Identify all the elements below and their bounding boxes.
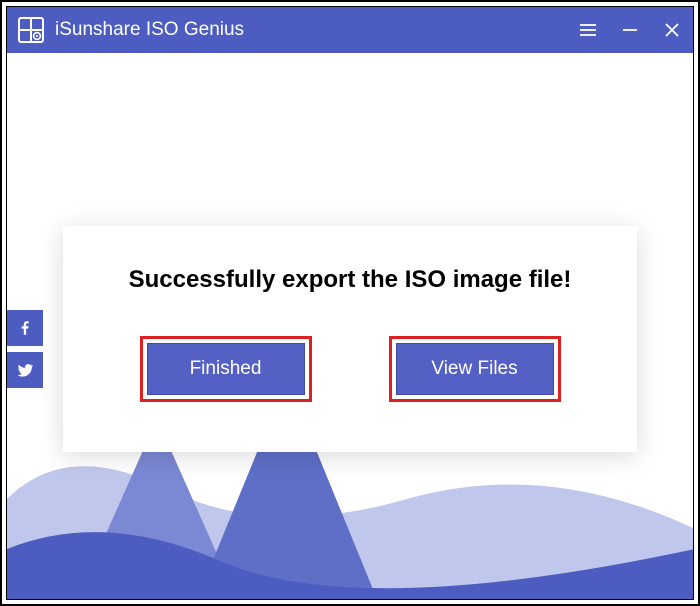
app-logo-icon: [17, 16, 45, 44]
app-title: iSunshare ISO Genius: [55, 19, 577, 41]
titlebar: iSunshare ISO Genius: [7, 7, 693, 53]
dialog-message: Successfully export the ISO image file!: [111, 266, 589, 294]
view-files-button-highlight: View Files: [389, 336, 561, 402]
social-sidebar: [7, 310, 43, 388]
finished-button[interactable]: Finished: [147, 343, 305, 395]
titlebar-controls: [577, 19, 683, 41]
twitter-icon[interactable]: [7, 352, 43, 388]
success-dialog: Successfully export the ISO image file! …: [63, 226, 637, 452]
finished-button-highlight: Finished: [140, 336, 312, 402]
view-files-button[interactable]: View Files: [396, 343, 554, 395]
dialog-actions: Finished View Files: [111, 336, 589, 402]
hamburger-menu-icon[interactable]: [577, 19, 599, 41]
minimize-icon[interactable]: [619, 19, 641, 41]
content-area: Successfully export the ISO image file! …: [7, 53, 693, 599]
facebook-icon[interactable]: [7, 310, 43, 346]
close-icon[interactable]: [661, 19, 683, 41]
app-window: iSunshare ISO Genius: [6, 6, 694, 600]
